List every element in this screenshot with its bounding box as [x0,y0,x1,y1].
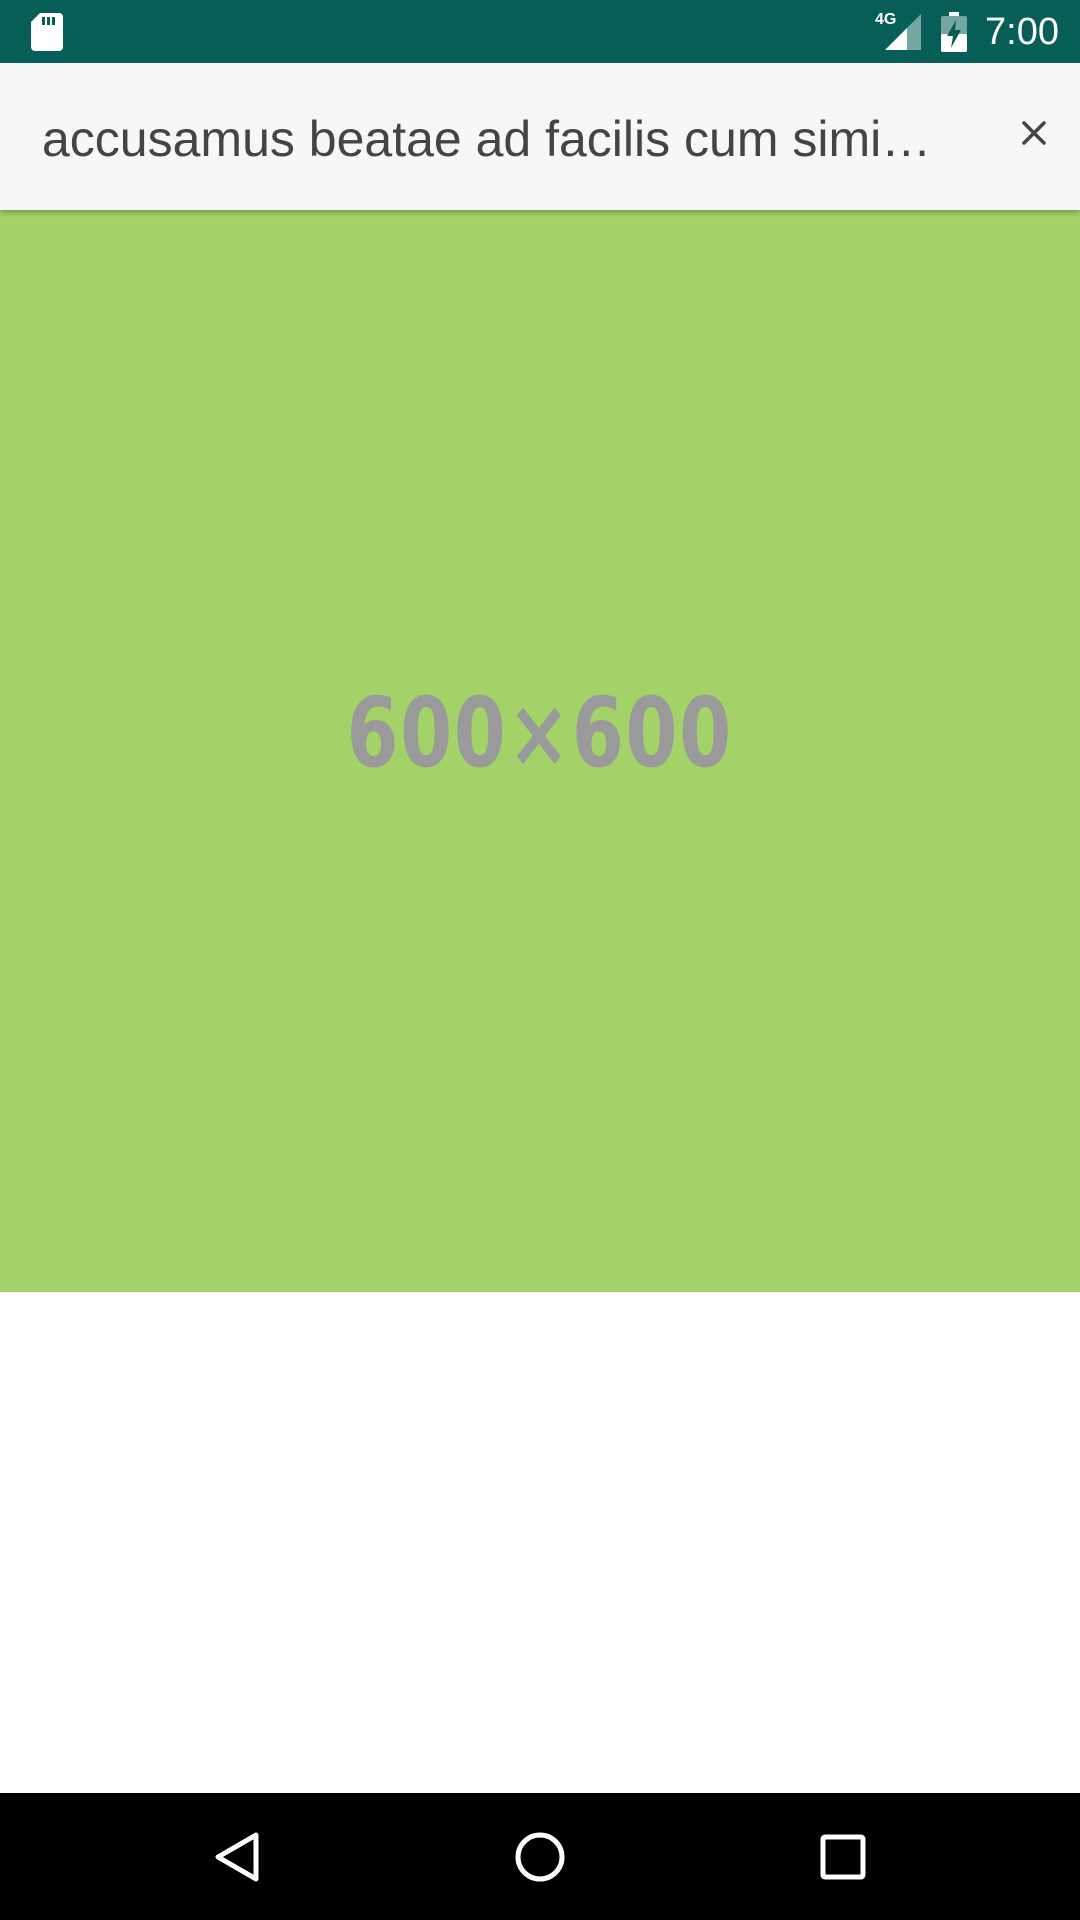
signal-icon: 4G [875,12,923,52]
page-title: accusamus beatae ad facilis cum simi… [42,111,932,167]
close-icon[interactable] [1012,111,1056,155]
back-icon[interactable] [208,1827,268,1887]
image-size-label: 600×600 [346,677,734,789]
app-bar: accusamus beatae ad facilis cum simi… [0,63,1080,210]
empty-content-area [0,1292,1080,1793]
clock: 7:00 [985,11,1059,53]
home-icon[interactable] [510,1827,570,1887]
status-bar: 4G 7:00 [0,0,1080,63]
image-placeholder: 600×600 [0,210,1080,1292]
navigation-bar [0,1793,1080,1920]
battery-charging-icon [941,12,967,52]
sd-card-icon [31,13,63,51]
recents-icon[interactable] [813,1827,873,1887]
